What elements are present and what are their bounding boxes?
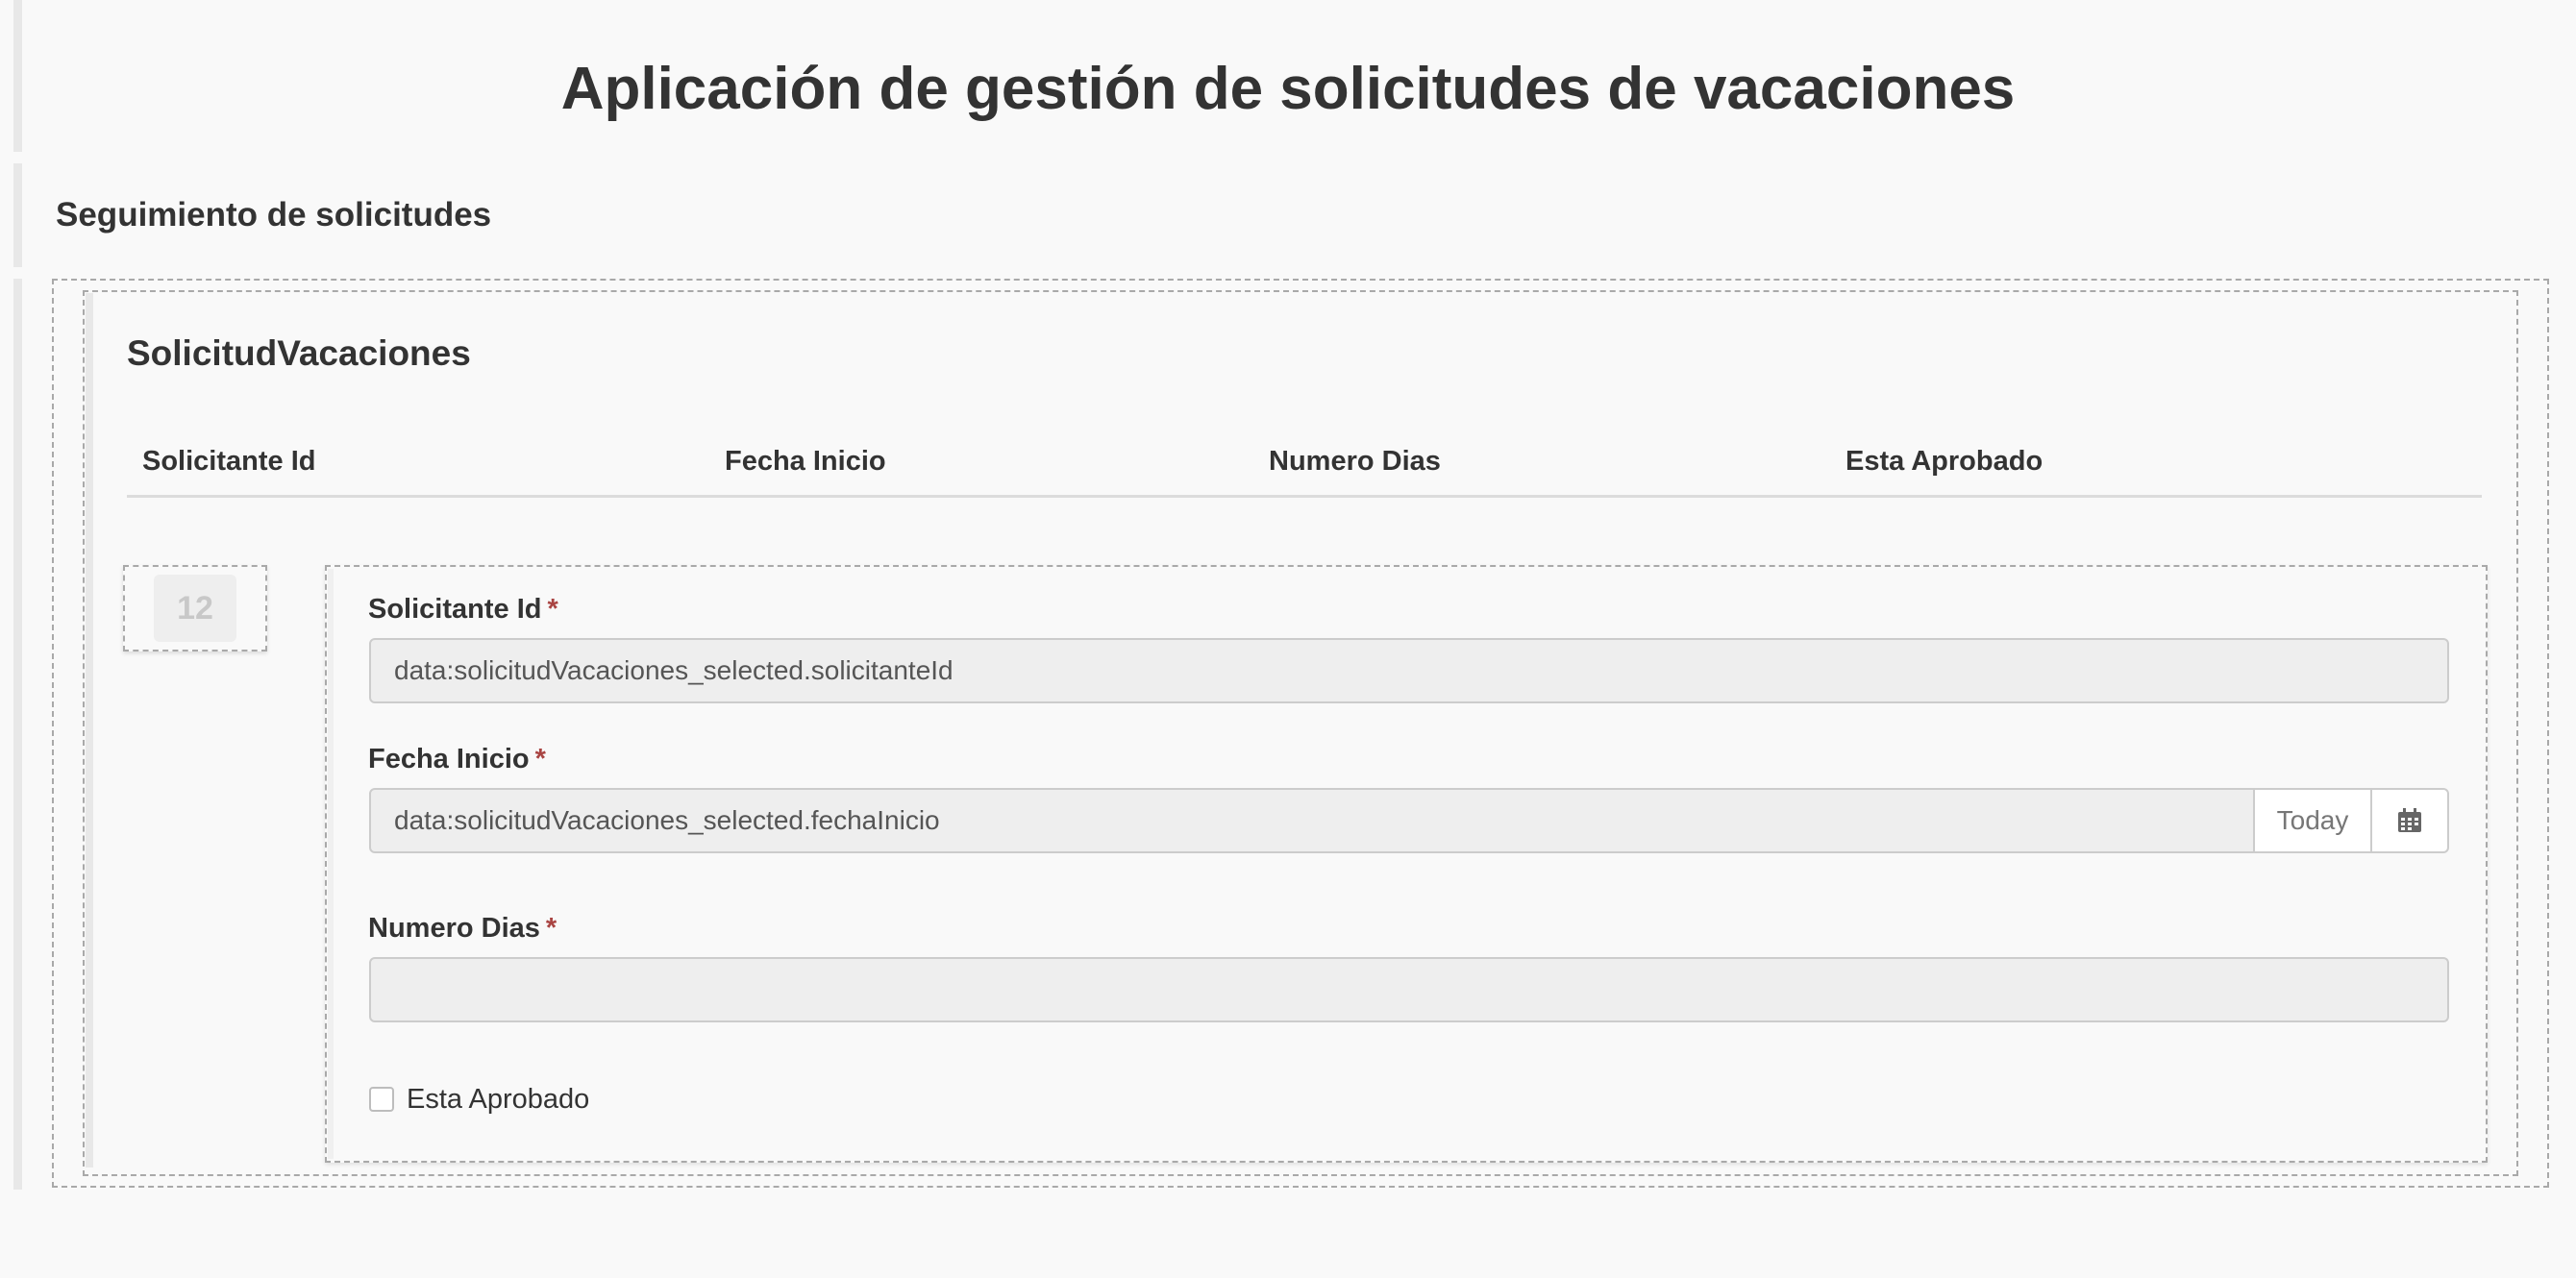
form-inner-bar [328,569,334,1159]
column-header-numero-dias[interactable]: Numero Dias [1269,444,1441,479]
numero-dias-label: Numero Dias * [368,911,557,946]
entity-inner-bar [86,293,93,1167]
column-header-fecha-inicio[interactable]: Fecha Inicio [725,444,886,479]
section-title: Seguimiento de solicitudes [56,196,492,233]
fecha-inicio-input[interactable]: data:solicitudVacaciones_selected.fechaI… [369,788,2255,853]
column-header-solicitante-id[interactable]: Solicitante Id [142,444,315,479]
solicitante-id-label: Solicitante Id * [368,592,558,627]
numero-dias-label-text: Numero Dias [368,913,540,944]
solicitante-id-value: data:solicitudVacaciones_selected.solici… [394,655,954,685]
required-marker: * [545,913,557,944]
fecha-inicio-label-text: Fecha Inicio [368,744,530,774]
fecha-inicio-label: Fecha Inicio * [368,742,546,776]
today-button[interactable]: Today [2253,788,2372,853]
numero-dias-input[interactable] [369,957,2449,1022]
column-header-esta-aprobado[interactable]: Esta Aprobado [1845,444,2043,479]
page-title: Aplicación de gestión de solicitudes de … [560,56,2016,122]
solicitante-id-input[interactable]: data:solicitudVacaciones_selected.solici… [369,638,2449,703]
calendar-icon [2398,808,2421,832]
table-header-divider [127,495,2482,498]
entity-title: SolicitudVacaciones [127,333,471,373]
esta-aprobado-checkbox[interactable] [369,1087,394,1112]
solicitante-id-label-text: Solicitante Id [368,594,542,625]
left-accent-bar-content [13,279,22,1190]
left-accent-bar-section [13,163,22,267]
row-number-badge[interactable]: 12 [154,575,236,642]
required-marker: * [547,594,558,625]
fecha-inicio-value: data:solicitudVacaciones_selected.fechaI… [394,805,940,835]
calendar-button[interactable] [2370,788,2449,853]
esta-aprobado-label[interactable]: Esta Aprobado [407,1082,589,1117]
required-marker: * [534,744,546,774]
